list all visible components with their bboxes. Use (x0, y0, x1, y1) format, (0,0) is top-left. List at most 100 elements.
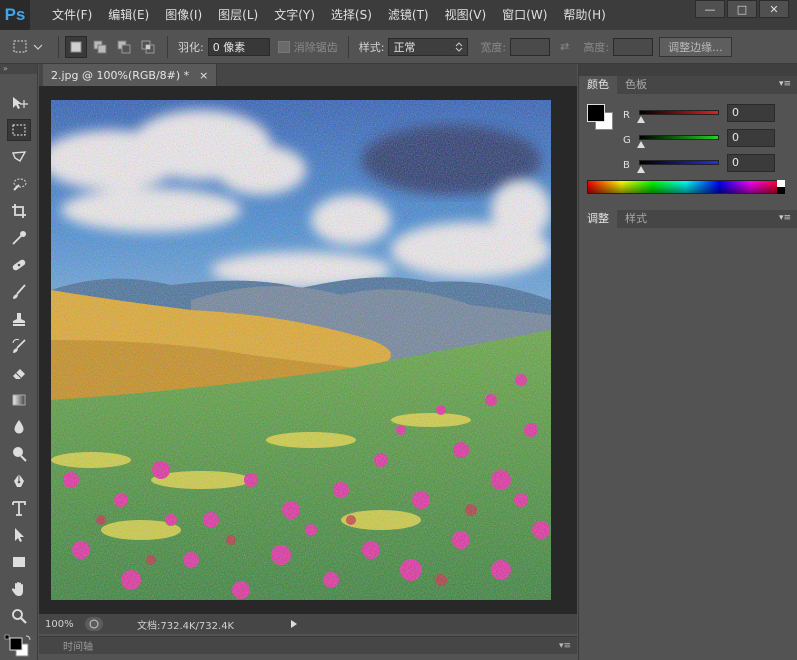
add-selection-icon (93, 40, 107, 53)
timeline-menu-icon[interactable]: ▾≡ (559, 641, 571, 651)
green-slider-thumb[interactable] (637, 141, 645, 148)
antialias-checkbox[interactable] (277, 40, 290, 53)
canvas-area[interactable] (39, 86, 577, 614)
new-selection-icon (70, 41, 82, 52)
document-tab-bar: 2.jpg @ 100%(RGB/8#) * × (39, 64, 577, 86)
dock-header[interactable] (579, 64, 797, 76)
zoom-tool[interactable] (7, 605, 31, 627)
marquee-preset-icon (13, 40, 43, 52)
antialias-label: 消除锯齿 (293, 40, 338, 54)
adjustments-panel-menu-icon[interactable]: ▾≡ (779, 213, 791, 223)
marquee-tool[interactable] (7, 119, 31, 141)
gradient-tool[interactable] (7, 389, 31, 411)
height-input[interactable] (613, 37, 654, 56)
status-indicator-icon[interactable] (85, 617, 103, 631)
green-label: G (623, 135, 631, 146)
lasso-tool[interactable] (7, 146, 31, 168)
feather-input[interactable]: 0 像素 (207, 37, 270, 56)
color-swatches[interactable] (4, 634, 34, 658)
menu-window[interactable]: 窗口(W) (494, 0, 555, 30)
document-close-icon[interactable]: × (199, 69, 208, 82)
menu-help[interactable]: 帮助(H) (555, 0, 613, 30)
refine-edge-button[interactable]: 调整边缘... (659, 36, 732, 57)
zoom-tool-icon (12, 609, 27, 624)
document-tab[interactable]: 2.jpg @ 100%(RGB/8#) * × (43, 64, 218, 86)
close-button[interactable]: ✕ (759, 0, 789, 18)
intersect-selection-button[interactable] (137, 36, 159, 58)
rectangle-tool[interactable] (7, 551, 31, 573)
green-value-input[interactable]: 0 (727, 129, 775, 147)
menu-edit[interactable]: 编辑(E) (100, 0, 157, 30)
add-selection-button[interactable] (89, 36, 111, 58)
foreground-color-swatch[interactable] (587, 104, 605, 122)
blue-value-input[interactable]: 0 (727, 154, 775, 172)
blur-tool[interactable] (7, 416, 31, 438)
color-panel: R 0 G 0 B 0 (579, 94, 797, 204)
healing-brush-tool[interactable] (7, 254, 31, 276)
menu-image[interactable]: 图像(I) (157, 0, 210, 30)
menu-file[interactable]: 文件(F) (44, 0, 100, 30)
black-white-swatch-icon[interactable] (777, 180, 785, 194)
style-value: 正常 (393, 40, 416, 54)
red-slider[interactable] (639, 110, 719, 115)
zoom-level[interactable]: 100% (39, 619, 85, 630)
red-slider-thumb[interactable] (637, 116, 645, 123)
marquee-tool-icon (12, 124, 26, 136)
swap-dimensions-icon[interactable]: ⇄ (560, 40, 569, 53)
menu-type[interactable]: 文字(Y) (266, 0, 323, 30)
move-tool[interactable] (7, 92, 31, 114)
tab-adjustments[interactable]: 调整 (579, 210, 617, 228)
blue-slider-thumb[interactable] (637, 166, 645, 173)
color-panel-menu-icon[interactable]: ▾≡ (779, 79, 791, 89)
eyedropper-tool[interactable] (7, 227, 31, 249)
new-selection-button[interactable] (65, 35, 87, 58)
style-select[interactable]: 正常 (388, 37, 469, 56)
dodge-tool-icon (13, 447, 27, 462)
menu-view[interactable]: 视图(V) (437, 0, 495, 30)
path-select-tool[interactable] (7, 524, 31, 546)
photoshop-logo: Ps (0, 0, 30, 30)
adjustments-panel-tabs: 调整 样式 ▾≡ (579, 210, 797, 228)
width-label: 宽度: (480, 40, 507, 54)
crop-tool[interactable] (7, 200, 31, 222)
menu-layer[interactable]: 图层(L) (210, 0, 266, 30)
pen-tool[interactable] (7, 470, 31, 492)
subtract-selection-button[interactable] (113, 36, 135, 58)
divider (347, 35, 349, 58)
maximize-button[interactable]: □ (727, 0, 757, 18)
clone-stamp-tool[interactable] (7, 308, 31, 330)
menu-filter[interactable]: 滤镜(T) (380, 0, 437, 30)
divider (58, 35, 59, 58)
minimize-button[interactable]: — (695, 0, 725, 18)
landscape-image (51, 100, 551, 600)
red-value-input[interactable]: 0 (727, 104, 775, 122)
toolbox-header[interactable]: » (0, 64, 37, 74)
document-image[interactable] (51, 100, 551, 600)
brush-tool[interactable] (7, 281, 31, 303)
color-spectrum-bar[interactable] (587, 180, 785, 194)
options-bar: 羽化: 0 像素 消除锯齿 样式: 正常 宽度: ⇄ 高度: 调整边缘... (0, 30, 797, 64)
quick-select-tool[interactable] (7, 173, 31, 195)
blue-slider[interactable] (639, 160, 719, 165)
type-tool[interactable] (7, 497, 31, 519)
panel-dock: 颜色 色板 ▾≡ R 0 G 0 B 0 调整 样式 ▾≡ (578, 64, 797, 660)
menu-select[interactable]: 选择(S) (323, 0, 380, 30)
width-input[interactable] (510, 37, 551, 56)
hand-tool[interactable] (7, 578, 31, 600)
status-menu-arrow-icon[interactable] (287, 617, 301, 631)
tab-styles[interactable]: 样式 (617, 210, 655, 228)
menu-bar: Ps 文件(F) 编辑(E) 图像(I) 图层(L) 文字(Y) 选择(S) 滤… (0, 0, 797, 30)
adjustments-panel-body (579, 230, 797, 660)
green-slider[interactable] (639, 135, 719, 140)
history-brush-tool[interactable] (7, 335, 31, 357)
dodge-tool[interactable] (7, 443, 31, 465)
tab-color[interactable]: 颜色 (579, 76, 617, 94)
tab-swatches[interactable]: 色板 (617, 76, 655, 94)
blue-label: B (623, 160, 630, 171)
pen-tool-icon (14, 474, 24, 487)
gradient-tool-icon (12, 394, 26, 406)
red-slider-row: R 0 (623, 104, 793, 128)
eraser-tool[interactable] (7, 362, 31, 384)
timeline-panel[interactable]: 时间轴 ▾≡ (39, 636, 577, 654)
tool-preset-picker[interactable] (8, 35, 52, 59)
